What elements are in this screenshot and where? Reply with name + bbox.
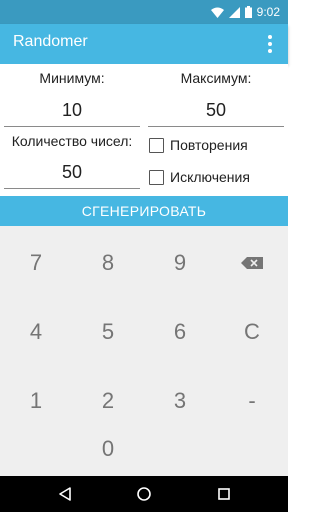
key-9[interactable]: 9 [144,228,216,298]
recents-icon [218,488,230,500]
key-3[interactable]: 3 [144,366,216,436]
minus-key[interactable]: - [216,366,288,436]
min-label: Минимум: [39,70,105,86]
back-button[interactable] [35,476,95,512]
numeric-keypad: 7 8 9 4 5 6 C 1 2 3 - 0 [0,226,288,477]
max-input[interactable] [148,96,284,124]
status-bar: 9:02 [0,0,288,24]
repeats-checkbox[interactable]: Повторения [149,137,248,153]
exclusions-label: Исключения [170,169,250,185]
key-1[interactable]: 1 [0,366,72,436]
home-button[interactable] [114,476,174,512]
key-4[interactable]: 4 [0,297,72,367]
key-5[interactable]: 5 [72,297,144,367]
key-8[interactable]: 8 [72,228,144,298]
recents-button[interactable] [194,476,254,512]
cell-signal-icon [228,6,240,18]
exclusions-checkbox[interactable]: Исключения [149,169,250,185]
exclusions-checkbox-box[interactable] [149,169,164,185]
max-label: Максимум: [180,70,252,86]
clear-key[interactable]: C [216,297,288,367]
count-input[interactable] [4,158,140,186]
key-0[interactable]: 0 [72,421,144,477]
min-input[interactable] [4,96,140,124]
key-6[interactable]: 6 [144,297,216,367]
nav-bar [0,476,288,512]
repeats-label: Повторения [170,137,248,153]
status-icons: 9:02 [210,0,280,24]
key-7[interactable]: 7 [0,228,72,298]
wifi-icon [210,7,224,18]
home-icon [137,487,151,501]
battery-icon [244,6,252,18]
more-vert-icon[interactable] [262,32,278,56]
backspace-icon [241,257,263,269]
max-field[interactable] [148,96,284,127]
settings-form: Минимум: Максимум: Количество чисел: Пов… [0,64,288,196]
count-field[interactable] [4,158,140,189]
app-title: Randomer [13,33,88,50]
backspace-key[interactable] [216,228,288,298]
generate-button[interactable]: СГЕНЕРИРОВАТЬ [0,196,288,226]
count-label: Количество чисел: [11,133,133,149]
back-icon [59,487,71,501]
repeats-checkbox-box[interactable] [149,137,164,153]
app-bar: Randomer [0,24,288,64]
status-time: 9:02 [256,5,280,19]
min-field[interactable] [4,96,140,127]
